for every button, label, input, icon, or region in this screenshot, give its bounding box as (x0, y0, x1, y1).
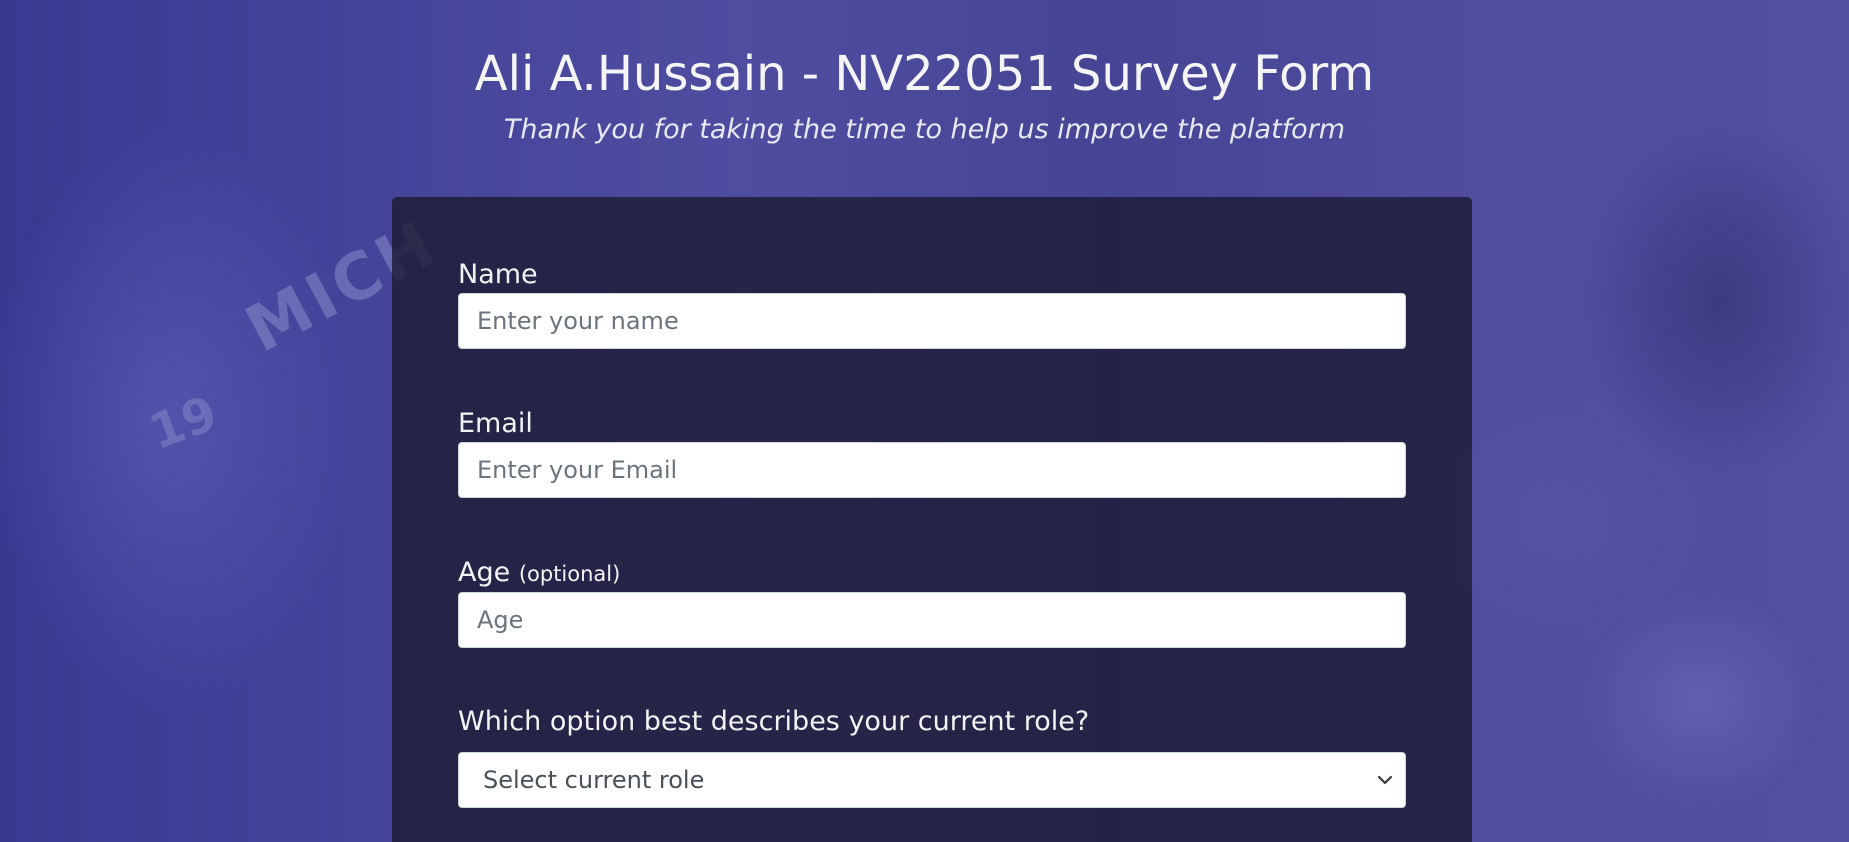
survey-form: Name Email Age (optional) Which option b… (392, 197, 1472, 842)
email-input[interactable] (458, 442, 1406, 498)
name-label: Name (458, 259, 538, 290)
role-question-label: Which option best describes your current… (458, 706, 1090, 737)
age-group: Age (optional) (458, 555, 1406, 648)
name-input[interactable] (458, 293, 1406, 349)
page-header: Ali A.Hussain - NV22051 Survey Form Than… (0, 40, 1849, 152)
email-group: Email (458, 406, 1406, 498)
age-optional-clue: (optional) (518, 562, 621, 586)
name-group: Name (458, 257, 1406, 349)
current-role-select[interactable]: Select current role (458, 752, 1406, 808)
age-label: Age (optional) (458, 557, 620, 588)
page-description: Thank you for taking the time to help us… (503, 114, 1346, 145)
current-role-selected-value: Select current role (483, 766, 705, 794)
email-label-text: Email (458, 408, 533, 439)
role-group: Which option best describes your current… (458, 704, 1406, 808)
email-label: Email (458, 408, 533, 439)
age-label-text: Age (458, 557, 511, 588)
chevron-down-icon (1377, 775, 1393, 785)
name-label-text: Name (458, 259, 538, 290)
age-input[interactable] (458, 592, 1406, 648)
page-title: Ali A.Hussain - NV22051 Survey Form (474, 46, 1375, 102)
